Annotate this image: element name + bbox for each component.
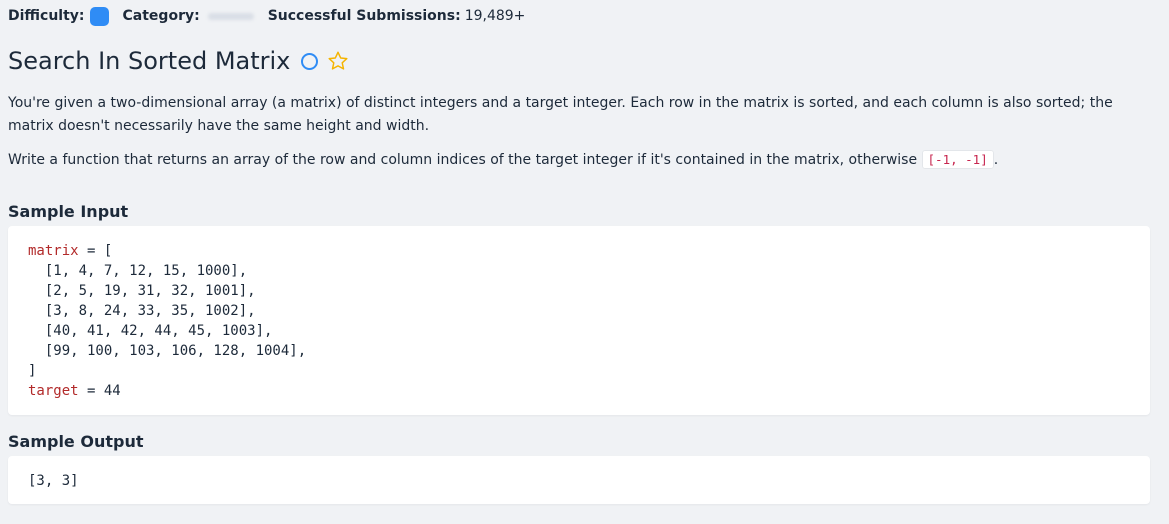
target-value: = 44 (78, 383, 121, 399)
requirement-text: Write a function that returns an array o… (8, 152, 918, 168)
problem-requirement: Write a function that returns an array o… (8, 148, 1148, 172)
matrix-row: [1, 4, 7, 12, 15, 1000], (28, 263, 248, 279)
matrix-close: ] (28, 363, 37, 379)
inline-code-not-found: [-1, -1] (921, 150, 994, 169)
matrix-variable: matrix (28, 243, 79, 259)
problem-meta-bar: Difficulty: Category: Successful Submiss… (8, 5, 525, 27)
matrix-row: [99, 100, 103, 106, 128, 1004], (28, 343, 307, 359)
difficulty-label: Difficulty: (8, 8, 85, 24)
sample-input-title: Sample Input (8, 202, 129, 221)
sample-output-code: [3, 3] (28, 473, 79, 489)
matrix-open: = [ (78, 243, 113, 259)
completion-status-icon[interactable] (301, 52, 319, 70)
category-value-hidden (207, 12, 254, 20)
matrix-row: [40, 41, 42, 44, 45, 1003], (28, 323, 273, 339)
sample-input-box: matrix = [ [1, 4, 7, 12, 15, 1000], [2, … (8, 226, 1150, 415)
category-label: Category: (122, 8, 200, 24)
submissions-count: 19,489+ (464, 8, 526, 24)
sample-output-title: Sample Output (8, 432, 144, 451)
matrix-row: [3, 8, 24, 33, 35, 1002], (28, 303, 256, 319)
page-title: Search In Sorted Matrix (8, 47, 291, 75)
sample-output-box: [3, 3] (8, 456, 1150, 504)
target-variable: target (28, 383, 79, 399)
matrix-row: [2, 5, 19, 31, 32, 1001], (28, 283, 256, 299)
favorite-star-icon[interactable] (327, 50, 349, 72)
difficulty-badge (89, 6, 109, 26)
sample-input-code: matrix = [ [1, 4, 7, 12, 15, 1000], [2, … (28, 241, 1130, 401)
requirement-end: . (993, 152, 999, 168)
submissions-label: Successful Submissions: (267, 8, 461, 24)
problem-description: You're given a two-dimensional array (a … (8, 95, 1113, 134)
title-row: Search In Sorted Matrix (8, 44, 349, 78)
